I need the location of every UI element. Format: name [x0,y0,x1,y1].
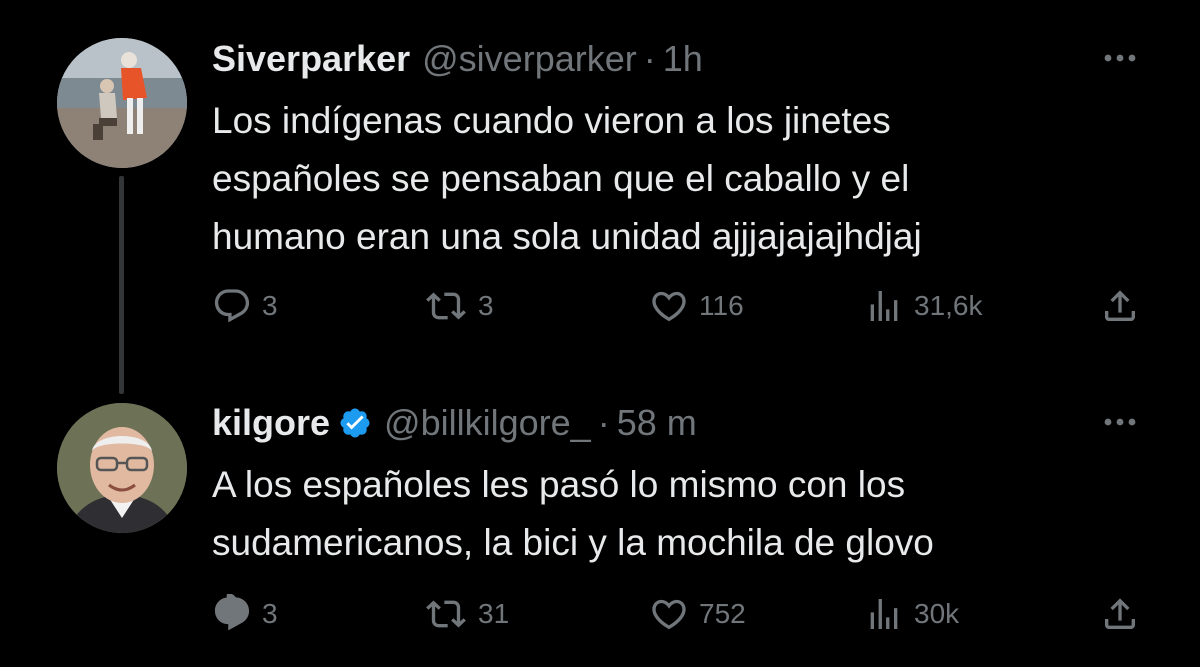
tweet-text: A los españoles les pasó lo mismo con lo… [212,456,1132,572]
more-dots-icon [1104,418,1136,426]
avatar[interactable] [57,403,187,533]
views-chart-icon [870,291,898,321]
reply-button[interactable]: 3 [212,590,278,638]
display-name[interactable]: Siverparker [212,38,410,80]
more-options-button[interactable] [1098,400,1142,444]
reply-icon [214,289,250,323]
tweet-text-line: Los indígenas cuando vieron a los jinete… [212,100,891,141]
share-button[interactable] [1100,590,1140,638]
action-bar: 3 3 116 31,6k [212,282,1152,330]
views-button[interactable]: 31,6k [864,282,983,330]
tweet-text-line: humano eran una sola unidad ajjjajajajhd… [212,216,922,257]
display-name[interactable]: kilgore [212,402,330,444]
tweet-text-line: sudamericanos, la bici y la mochila de g… [212,522,934,563]
tweet-text-line: A los españoles les pasó lo mismo con lo… [212,464,906,505]
thread-connector-line [119,176,124,394]
repost-icon [426,292,466,320]
repost-count: 3 [478,290,494,321]
heart-icon [652,291,686,322]
tweet-text-line: españoles se pensaban que el caballo y e… [212,158,910,199]
reply-count: 3 [262,290,278,321]
timestamp[interactable]: 1h [663,38,703,80]
views-chart-icon [870,599,898,629]
heart-icon [652,599,686,630]
share-icon [1105,598,1135,629]
tweet-siverparker[interactable]: Siverparker @siverparker · 1h Los indíge… [0,0,1200,394]
reply-button[interactable]: 3 [212,282,278,330]
repost-button[interactable]: 31 [424,590,509,638]
views-button[interactable]: 30k [864,590,959,638]
more-options-button[interactable] [1098,36,1142,80]
timestamp[interactable]: 58 m [617,402,697,444]
tweet-header: Siverparker @siverparker · 1h [212,36,703,82]
more-dots-icon [1104,54,1136,62]
user-handle[interactable]: @billkilgore_ [384,402,591,444]
repost-count: 31 [478,598,510,629]
reply-count: 3 [262,598,278,629]
repost-icon [426,600,466,628]
avatar-photo [57,38,187,168]
separator-dot: · [643,38,656,79]
avatar[interactable] [57,38,187,168]
reply-icon [214,594,250,631]
like-button[interactable]: 752 [649,590,746,638]
action-bar: 3 31 752 30k [212,590,1152,638]
like-count: 116 [699,290,744,321]
user-handle[interactable]: @siverparker [422,38,637,80]
verified-badge-icon[interactable] [338,406,372,440]
tweet-header: kilgore @billkilgore_ · 58 m [212,400,697,446]
avatar-photo [57,403,187,533]
views-count: 31,6k [914,290,983,321]
like-button[interactable]: 116 [649,282,744,330]
separator-dot: · [597,402,610,443]
like-count: 752 [699,598,746,629]
share-icon [1105,290,1135,321]
views-count: 30k [914,598,960,629]
share-button[interactable] [1100,282,1140,330]
tweet-kilgore[interactable]: kilgore @billkilgore_ · 58 m A los españ… [0,370,1200,667]
tweet-text: Los indígenas cuando vieron a los jinete… [212,92,1132,266]
repost-button[interactable]: 3 [424,282,494,330]
